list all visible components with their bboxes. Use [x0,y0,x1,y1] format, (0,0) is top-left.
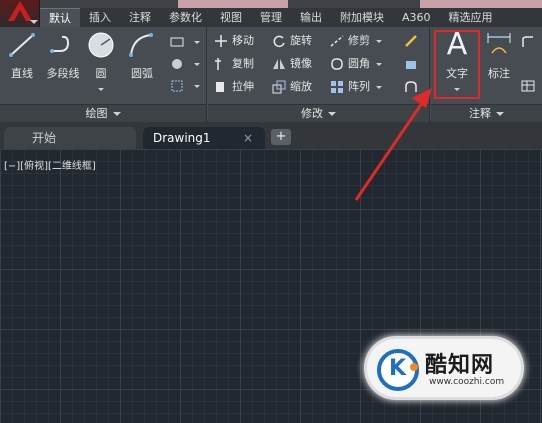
watermark-url: www.coozhi.com [429,377,505,387]
logo-dot [410,363,418,371]
watermark-brand: 酷知网 [425,353,495,378]
watermark-logo-letter: K [389,356,407,381]
watermark: K 酷知网 www.coozhi.com [364,336,524,400]
watermark-logo-icon: K [377,349,419,391]
